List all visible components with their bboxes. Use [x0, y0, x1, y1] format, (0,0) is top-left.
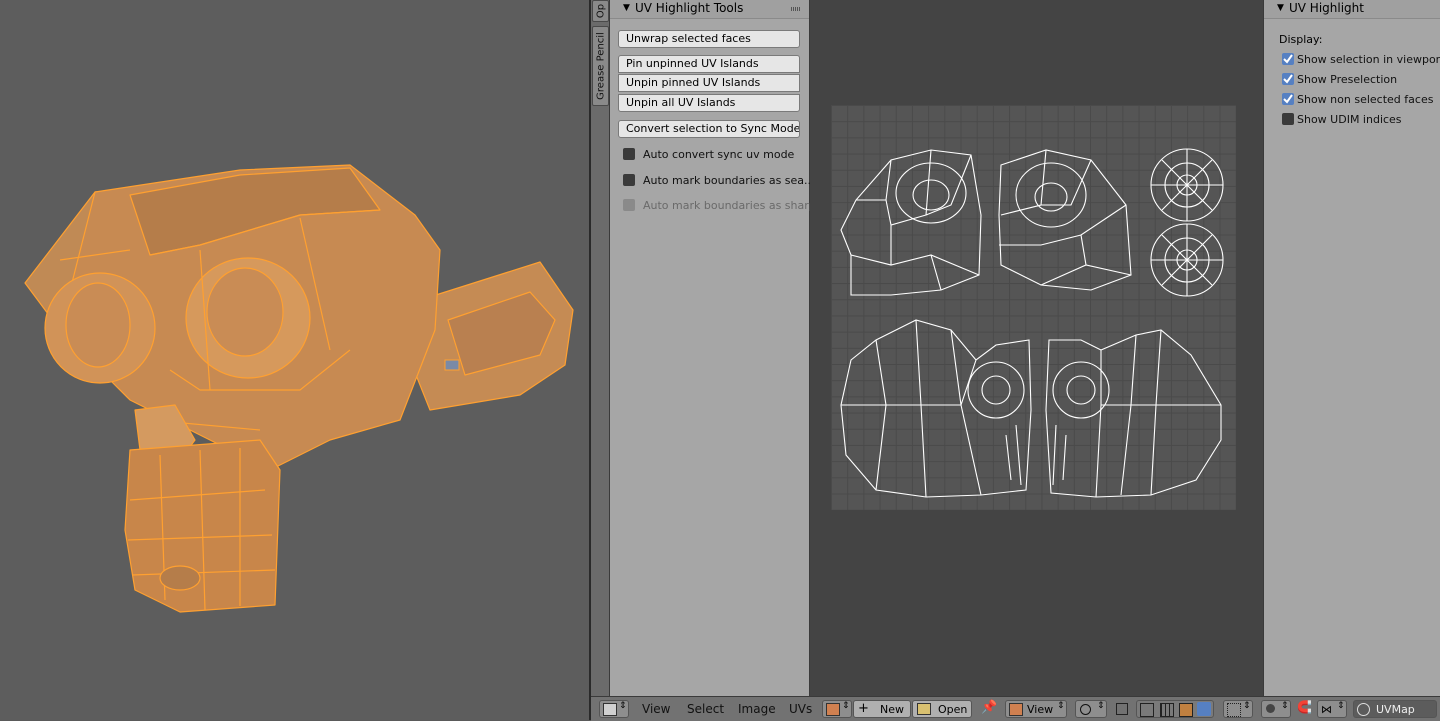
image-icon — [826, 703, 840, 716]
auto-mark-seams-checkbox[interactable] — [623, 174, 635, 186]
auto-convert-checkbox[interactable] — [623, 148, 635, 160]
view-label: View — [1027, 703, 1054, 716]
edge-select-icon[interactable] — [1160, 703, 1174, 717]
vertex-select-icon[interactable] — [1140, 703, 1154, 717]
tab-grease-pencil[interactable]: Grease Pencil — [592, 26, 609, 106]
folder-icon — [917, 703, 931, 715]
snap-element-dropdown[interactable]: ⋈ ⇕ — [1317, 700, 1347, 718]
show-udim-label: Show UDIM indices — [1297, 113, 1402, 126]
uv-highlight-header[interactable]: ▼ UV Highlight — [1264, 0, 1440, 19]
uv-editor-header: ⇕ View Select Image UVs ⇕ + New Open 📌 V… — [591, 696, 1440, 721]
properties-region: ▼ UV Highlight Display: Show selection i… — [1263, 0, 1440, 696]
panel-title: UV Highlight — [1289, 1, 1364, 15]
image-browse-button[interactable]: ⇕ — [822, 700, 852, 718]
dropdown-arrows-icon: ⇕ — [1281, 701, 1289, 711]
show-non-selected-label: Show non selected faces — [1297, 93, 1434, 106]
new-image-button[interactable]: + New — [853, 700, 911, 718]
menu-uvs[interactable]: UVs — [789, 702, 812, 716]
checkmark-icon — [1283, 74, 1293, 84]
new-label: New — [880, 703, 904, 716]
show-selection-label: Show selection in viewport — [1297, 53, 1440, 66]
pin-icon[interactable]: 📌 — [981, 700, 999, 718]
sticky-select-dropdown[interactable]: ⇕ — [1223, 700, 1253, 718]
tool-shelf-tabs: Op Grease Pencil — [591, 0, 610, 696]
snap-icon[interactable]: 🧲 — [1297, 700, 1315, 718]
uv-grid[interactable] — [831, 105, 1236, 510]
unpin-pinned-button[interactable]: Unpin pinned UV Islands — [618, 74, 800, 92]
sticky-select-icon — [1227, 703, 1241, 717]
uv-islands — [840, 148, 1224, 498]
unwrap-selected-faces-button[interactable]: Unwrap selected faces — [618, 30, 800, 48]
show-preselection-checkbox[interactable] — [1282, 73, 1294, 85]
collapse-triangle-icon[interactable]: ▼ — [623, 3, 630, 13]
display-label: Display: — [1279, 33, 1323, 46]
pivot-icon — [1080, 704, 1091, 715]
tool-shelf: ▼ UV Highlight Tools Unwrap selected fac… — [610, 0, 816, 696]
show-selection-checkbox[interactable] — [1282, 53, 1294, 65]
show-non-selected-checkbox[interactable] — [1282, 93, 1294, 105]
open-label: Open — [938, 703, 968, 716]
show-preselection-label: Show Preselection — [1297, 73, 1398, 86]
sync-selection-icon[interactable] — [1113, 700, 1131, 718]
face-select-icon[interactable] — [1179, 703, 1193, 717]
show-udim-checkbox[interactable] — [1282, 113, 1294, 125]
open-image-button[interactable]: Open — [912, 700, 972, 718]
dropdown-arrows-icon: ⇕ — [1057, 701, 1065, 711]
menu-select[interactable]: Select — [687, 702, 724, 716]
dropdown-arrows-icon: ⇕ — [842, 701, 850, 711]
dropdown-arrows-icon: ⇕ — [1243, 701, 1251, 711]
auto-mark-sharp-checkbox — [623, 199, 635, 211]
editor-type-button[interactable]: ⇕ — [599, 700, 629, 718]
proportional-edit-icon — [1266, 704, 1275, 713]
view-mode-dropdown[interactable]: View ⇕ — [1005, 700, 1067, 718]
3d-viewport[interactable] — [0, 0, 589, 720]
panel-title: UV Highlight Tools — [635, 1, 744, 15]
image-editor-icon — [603, 703, 617, 716]
checkmark-icon — [1283, 54, 1293, 64]
proportional-edit-dropdown[interactable]: ⇕ — [1261, 700, 1291, 718]
uvmap-selector[interactable]: UVMap — [1353, 700, 1437, 718]
dropdown-arrows-icon: ⇕ — [619, 701, 627, 711]
dropdown-arrows-icon: ⇕ — [1097, 701, 1105, 711]
tab-options[interactable]: Op — [592, 0, 609, 22]
monkey-mesh — [24, 164, 574, 613]
convert-to-sync-button[interactable]: Convert selection to Sync Mode — [618, 120, 800, 138]
collapse-triangle-icon[interactable]: ▼ — [1277, 3, 1284, 13]
uvmap-label: UVMap — [1376, 703, 1415, 716]
image-icon — [1009, 703, 1023, 716]
uv-highlight-tools-header[interactable]: ▼ UV Highlight Tools — [610, 0, 809, 19]
auto-mark-sharp-label: Auto mark boundaries as sharp — [643, 199, 816, 212]
menu-image[interactable]: Image — [738, 702, 776, 716]
checkmark-icon — [1283, 94, 1293, 104]
uv-sphere-icon — [1357, 703, 1370, 716]
menu-view[interactable]: View — [642, 702, 670, 716]
island-select-icon[interactable] — [1197, 702, 1211, 716]
drag-grip-icon[interactable] — [791, 7, 801, 11]
tab-options-label: Op — [595, 3, 606, 19]
dropdown-arrows-icon: ⇕ — [1337, 701, 1345, 711]
select-mode-group — [1136, 700, 1214, 718]
pin-unpinned-button[interactable]: Pin unpinned UV Islands — [618, 55, 800, 73]
pivot-dropdown[interactable]: ⇕ — [1075, 700, 1107, 718]
unpin-all-button[interactable]: Unpin all UV Islands — [618, 94, 800, 112]
plus-icon: + — [858, 701, 869, 716]
tab-grease-pencil-label: Grease Pencil — [595, 32, 606, 100]
auto-convert-label: Auto convert sync uv mode — [643, 148, 795, 161]
auto-mark-seams-label: Auto mark boundaries as sea... — [643, 174, 815, 187]
snap-increment-icon: ⋈ — [1321, 703, 1332, 716]
